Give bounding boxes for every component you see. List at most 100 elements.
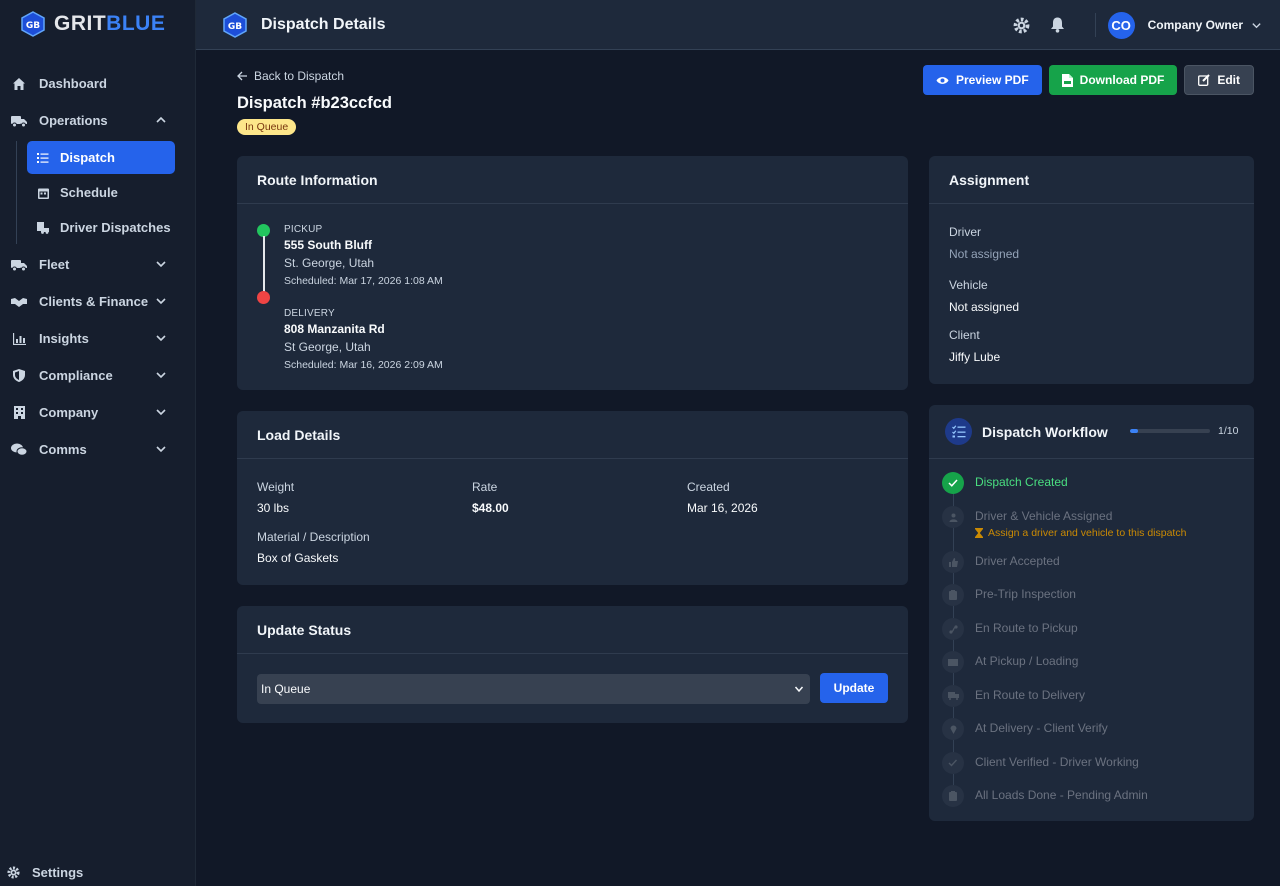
workflow-step: Driver & Vehicle Assigned Assign a drive…	[942, 506, 1186, 539]
status-select-value: In Queue	[261, 682, 311, 696]
rate-label: Rate	[472, 480, 498, 494]
driver-value: Not assigned	[949, 247, 1020, 261]
update-button[interactable]: Update	[820, 673, 888, 703]
pickup-stop: PICKUP 555 South Bluff St. George, Utah …	[284, 224, 443, 287]
material-label: Material / Description	[257, 530, 370, 544]
gear-icon[interactable]	[1013, 16, 1031, 34]
pickup-city: St. George, Utah	[284, 256, 375, 270]
pickup-scheduled: Scheduled: Mar 17, 2026 1:08 AM	[284, 275, 443, 287]
sidebar-item-driver-dispatches[interactable]: Driver Dispatches	[27, 211, 175, 244]
sidebar-item-settings[interactable]: Settings	[6, 865, 83, 880]
chevron-down-icon	[156, 298, 166, 305]
file-pdf-icon	[1061, 73, 1073, 87]
sidebar-item-comms[interactable]: Comms	[0, 431, 195, 468]
sidebar-item-insights[interactable]: Insights	[0, 320, 195, 357]
sidebar-item-label: Clients & Finance	[39, 294, 149, 309]
route-line	[263, 236, 265, 298]
download-pdf-button[interactable]: Download PDF	[1048, 65, 1178, 95]
client-value: Jiffy Lube	[949, 350, 1001, 364]
sidebar-item-label: Fleet	[39, 257, 70, 272]
workflow-step-label: Client Verified - Driver Working	[975, 755, 1139, 769]
sidebar-item-clients-finance[interactable]: Clients & Finance	[0, 283, 195, 320]
delivery-label: DELIVERY	[284, 308, 335, 319]
top-bar: GB Dispatch Details CO Company Owner	[196, 0, 1280, 50]
workflow-progress-fill	[1130, 429, 1138, 433]
sidebar-item-label: Insights	[39, 331, 89, 346]
user-icon	[942, 506, 964, 528]
truck-icon	[11, 257, 27, 273]
workflow-step-label: Pre-Trip Inspection	[975, 587, 1076, 601]
button-label: Edit	[1217, 73, 1240, 87]
svg-text:GB: GB	[228, 22, 242, 32]
workflow-title: Dispatch Workflow	[982, 423, 1108, 440]
sidebar-item-company[interactable]: Company	[0, 394, 195, 431]
edit-button[interactable]: Edit	[1184, 65, 1254, 95]
avatar[interactable]: CO	[1107, 11, 1135, 39]
svg-text:GB: GB	[26, 21, 40, 31]
client-field: Client Jiffy Lube	[949, 328, 1000, 364]
list-icon	[37, 152, 49, 164]
top-right-controls: CO Company Owner	[1013, 0, 1262, 50]
sidebar-item-label: Compliance	[39, 368, 113, 383]
sidebar-item-label: Settings	[32, 865, 84, 880]
card-title: Route Information	[237, 156, 908, 204]
material-value: Box of Gaskets	[257, 551, 339, 565]
back-link[interactable]: Back to Dispatch	[237, 69, 344, 83]
chevron-down-icon	[156, 409, 166, 416]
pickup-address: 555 South Bluff	[284, 238, 373, 252]
brand-name: GRITBLUE	[54, 12, 166, 35]
truck-icon	[11, 113, 27, 129]
chevron-down-icon	[156, 372, 166, 379]
delivery-marker	[257, 291, 270, 304]
brand[interactable]: GB GRITBLUE	[0, 0, 195, 48]
gear-icon	[6, 866, 20, 880]
delivery-city: St George, Utah	[284, 340, 371, 354]
building-icon	[11, 405, 27, 421]
chevron-down-icon	[156, 446, 166, 453]
material-field: Material / Description Box of Gaskets	[257, 530, 370, 565]
chat-bubbles-icon	[11, 442, 27, 458]
page-heading: Dispatch Details	[261, 15, 386, 33]
workflow-step: Dispatch Created	[942, 472, 1068, 494]
preview-pdf-button[interactable]: Preview PDF	[922, 65, 1042, 95]
chevron-down-icon[interactable]	[1251, 20, 1262, 31]
sidebar-item-label: Comms	[39, 442, 87, 457]
status-badge: In Queue	[237, 119, 297, 135]
sidebar-item-schedule[interactable]: Schedule	[27, 176, 175, 209]
divider	[1094, 13, 1096, 37]
sidebar-item-dispatch[interactable]: Dispatch	[27, 141, 175, 174]
sidebar-item-operations[interactable]: Operations	[0, 102, 195, 139]
sidebar-item-label: Dashboard	[39, 76, 107, 91]
workflow-hint: Assign a driver and vehicle to this disp…	[975, 527, 1186, 539]
route-icon	[942, 618, 964, 640]
rate-value: $48.00	[472, 501, 509, 515]
workflow-step: En Route to Delivery	[942, 685, 1085, 707]
created-field: Created Mar 16, 2026	[687, 480, 758, 515]
driver-field: Driver Not assigned	[949, 225, 1019, 261]
workflow-step-label: At Delivery - Client Verify	[975, 721, 1108, 735]
logo-icon: GB	[20, 11, 46, 37]
workflow-progress-bar	[1130, 429, 1210, 433]
workflow-progress-text: 1/10	[1218, 425, 1239, 437]
map-pin-icon	[942, 718, 964, 740]
weight-label: Weight	[257, 480, 295, 494]
chevron-up-icon	[156, 116, 166, 123]
workflow-step: At Delivery - Client Verify	[942, 718, 1108, 740]
box-icon	[942, 651, 964, 673]
created-value: Mar 16, 2026	[687, 501, 758, 515]
chevron-down-icon	[156, 261, 166, 268]
sidebar-item-fleet[interactable]: Fleet	[0, 246, 195, 283]
clipboard-icon	[942, 584, 964, 606]
card-title: Load Details	[237, 411, 908, 459]
logo-icon: GB	[222, 11, 248, 38]
sidebar-item-label: Operations	[39, 113, 108, 128]
operations-submenu: Dispatch Schedule Driver Dispatches	[16, 141, 195, 244]
hourglass-icon	[975, 528, 983, 538]
workflow-step-label: En Route to Delivery	[975, 688, 1086, 702]
chart-icon	[11, 331, 27, 347]
sidebar-item-compliance[interactable]: Compliance	[0, 357, 195, 394]
user-name[interactable]: Company Owner	[1148, 18, 1243, 32]
sidebar-item-dashboard[interactable]: Dashboard	[0, 65, 195, 102]
bell-icon[interactable]	[1049, 16, 1067, 34]
status-select[interactable]: In Queue	[257, 674, 810, 704]
